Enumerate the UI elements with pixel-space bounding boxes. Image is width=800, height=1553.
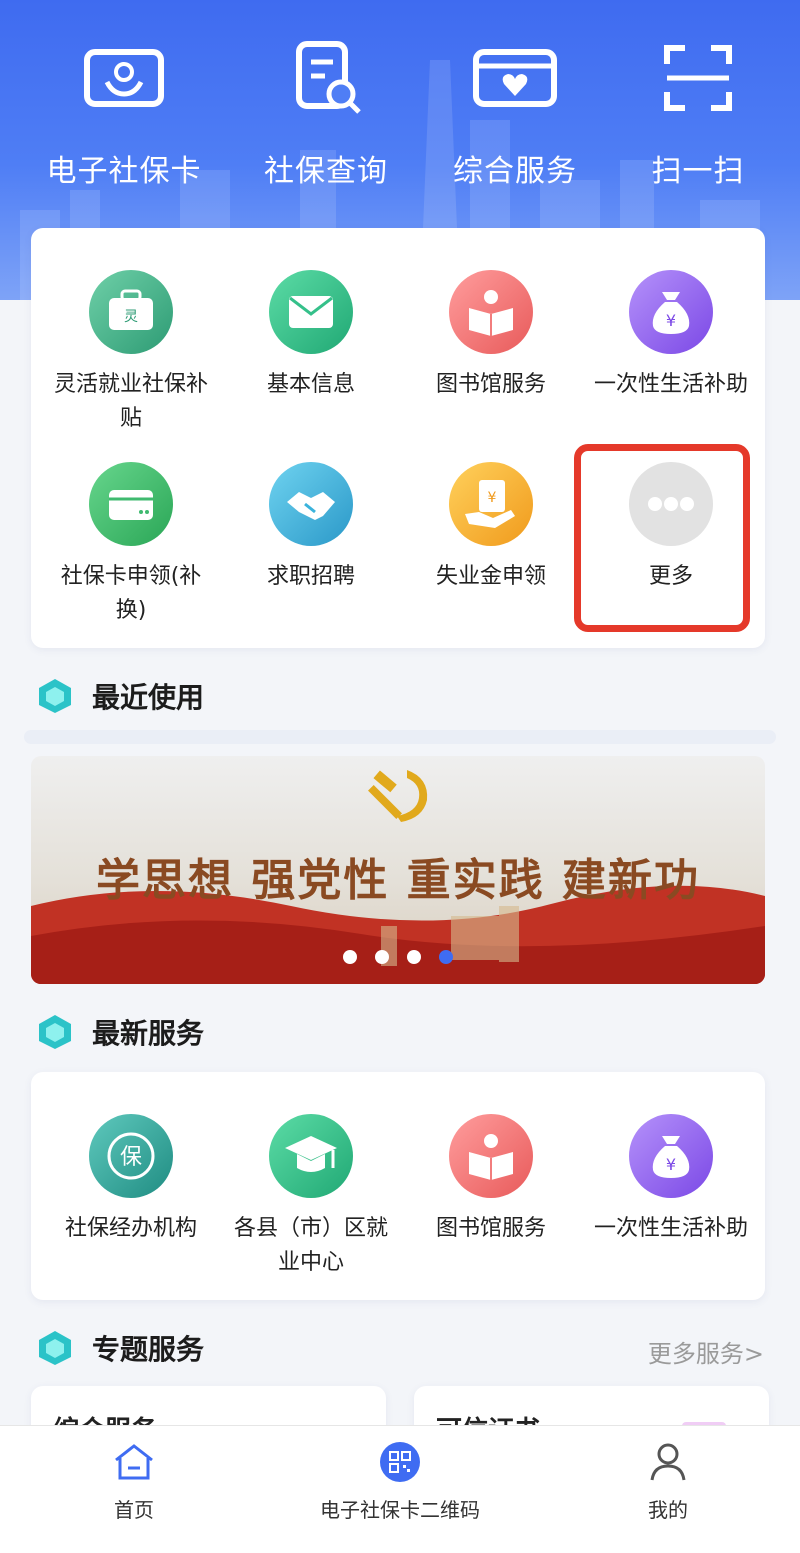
grid-item-label: 社保卡申领(补换) xyxy=(60,564,202,623)
tab-label: 电子社保卡二维码 xyxy=(320,1498,480,1522)
new-service-social-office[interactable]: 保 社保经办机构 xyxy=(41,1114,221,1246)
quick-social-card[interactable]: 电子社保卡 xyxy=(29,30,219,200)
money-bag-icon-char: ¥ xyxy=(666,1155,676,1174)
handshake-icon xyxy=(269,462,353,546)
money-bag-icon: ¥ xyxy=(629,270,713,354)
quick-label: 社保查询 xyxy=(264,154,388,189)
new-services-card: 保 社保经办机构 各县（市）区就业中心 图书馆服务 ¥ 一次性生活补助 xyxy=(31,1072,765,1300)
grid-item-label: 一次性生活补助 xyxy=(593,372,748,397)
book-icon xyxy=(449,270,533,354)
user-icon xyxy=(650,1443,686,1481)
section-title: 最近使用 xyxy=(92,681,205,714)
grid-item-card-application[interactable]: 社保卡申领(补换) xyxy=(41,462,221,628)
bao-icon-char: 保 xyxy=(120,1145,142,1170)
qr-code-icon xyxy=(380,1442,420,1482)
quick-general-service[interactable]: 综合服务 xyxy=(420,30,610,200)
money-bag-icon-char: ¥ xyxy=(666,311,676,330)
carousel-dot[interactable] xyxy=(375,950,389,964)
more-services-link[interactable]: 更多服务> xyxy=(648,1334,764,1369)
special-services-header: 专题服务 xyxy=(36,1326,204,1370)
recent-list-placeholder xyxy=(24,730,776,744)
grid-item-label: 一次性生活补助 xyxy=(593,1216,748,1241)
section-title: 专题服务 xyxy=(92,1333,205,1366)
grid-item-label: 基本信息 xyxy=(266,372,355,397)
card-icon xyxy=(89,462,173,546)
grid-item-label: 灵活就业社保补贴 xyxy=(53,372,208,431)
carousel-dot[interactable] xyxy=(407,950,421,964)
graduation-cap-icon xyxy=(269,1114,353,1198)
document-search-icon xyxy=(296,41,361,114)
recent-section-header: 最近使用 xyxy=(36,674,204,718)
home-icon xyxy=(115,1444,153,1480)
carousel-dot-active[interactable] xyxy=(439,950,453,964)
heart-card-icon xyxy=(473,49,557,107)
grid-item-label: 社保经办机构 xyxy=(64,1216,197,1241)
money-bag-icon: ¥ xyxy=(629,1114,713,1198)
quick-label: 综合服务 xyxy=(453,154,577,189)
book-icon xyxy=(449,1114,533,1198)
money-hand-icon: ¥ xyxy=(449,462,533,546)
banner-slogan: 学思想 强党性 重实践 建新功 xyxy=(96,855,700,906)
grid-item-label: 求职招聘 xyxy=(266,564,355,589)
bottom-tab-bar: 首页 电子社保卡二维码 我的 xyxy=(0,1425,800,1553)
tab-qr-code[interactable]: 电子社保卡二维码 xyxy=(300,1438,500,1523)
tab-label: 首页 xyxy=(114,1498,154,1522)
bao-icon: 保 xyxy=(89,1114,173,1198)
new-service-one-time-subsidy[interactable]: ¥ 一次性生活补助 xyxy=(581,1114,761,1246)
tab-home[interactable]: 首页 xyxy=(92,1438,176,1523)
quick-scan[interactable]: 扫一扫 xyxy=(603,30,793,200)
briefcase-icon: 灵 xyxy=(89,270,173,354)
new-service-library[interactable]: 图书馆服务 xyxy=(401,1114,581,1246)
grid-item-unemployment-benefit[interactable]: ¥ 失业金申领 xyxy=(401,462,581,594)
tab-mine[interactable]: 我的 xyxy=(626,1438,710,1523)
cube-icon xyxy=(39,1015,71,1049)
hammer-sickle-icon xyxy=(368,770,428,822)
grid-item-library[interactable]: 图书馆服务 xyxy=(401,270,581,402)
money-hand-icon-char: ¥ xyxy=(488,490,497,506)
briefcase-icon-char: 灵 xyxy=(124,309,138,325)
scan-icon xyxy=(664,45,732,111)
grid-item-one-time-subsidy[interactable]: ¥ 一次性生活补助 xyxy=(581,270,761,402)
new-service-employment-center[interactable]: 各县（市）区就业中心 xyxy=(221,1114,401,1280)
mail-icon xyxy=(269,270,353,354)
cube-icon xyxy=(39,679,71,713)
quick-label: 电子社保卡 xyxy=(46,154,202,189)
grid-item-job-recruitment[interactable]: 求职招聘 xyxy=(221,462,401,594)
grid-item-label: 各县（市）区就业中心 xyxy=(233,1216,388,1275)
cube-icon xyxy=(39,1331,71,1365)
carousel-dot[interactable] xyxy=(343,950,357,964)
new-services-header: 最新服务 xyxy=(36,1010,204,1054)
carousel-dots xyxy=(343,950,453,964)
grid-item-flexible-employment-subsidy[interactable]: 灵 灵活就业社保补贴 xyxy=(41,270,221,436)
grid-item-basic-info[interactable]: 基本信息 xyxy=(221,270,401,402)
grid-item-label: 图书馆服务 xyxy=(435,1216,546,1241)
promo-banner[interactable]: 学思想 强党性 重实践 建新功 xyxy=(31,756,765,984)
grid-item-label: 失业金申领 xyxy=(435,564,546,589)
quick-label: 扫一扫 xyxy=(651,154,745,189)
highlight-frame xyxy=(574,444,750,632)
social-card-icon xyxy=(84,49,164,107)
tab-label: 我的 xyxy=(648,1498,688,1522)
grid-item-label: 图书馆服务 xyxy=(435,372,546,397)
quick-social-query[interactable]: 社保查询 xyxy=(231,30,421,200)
section-title: 最新服务 xyxy=(92,1017,205,1050)
